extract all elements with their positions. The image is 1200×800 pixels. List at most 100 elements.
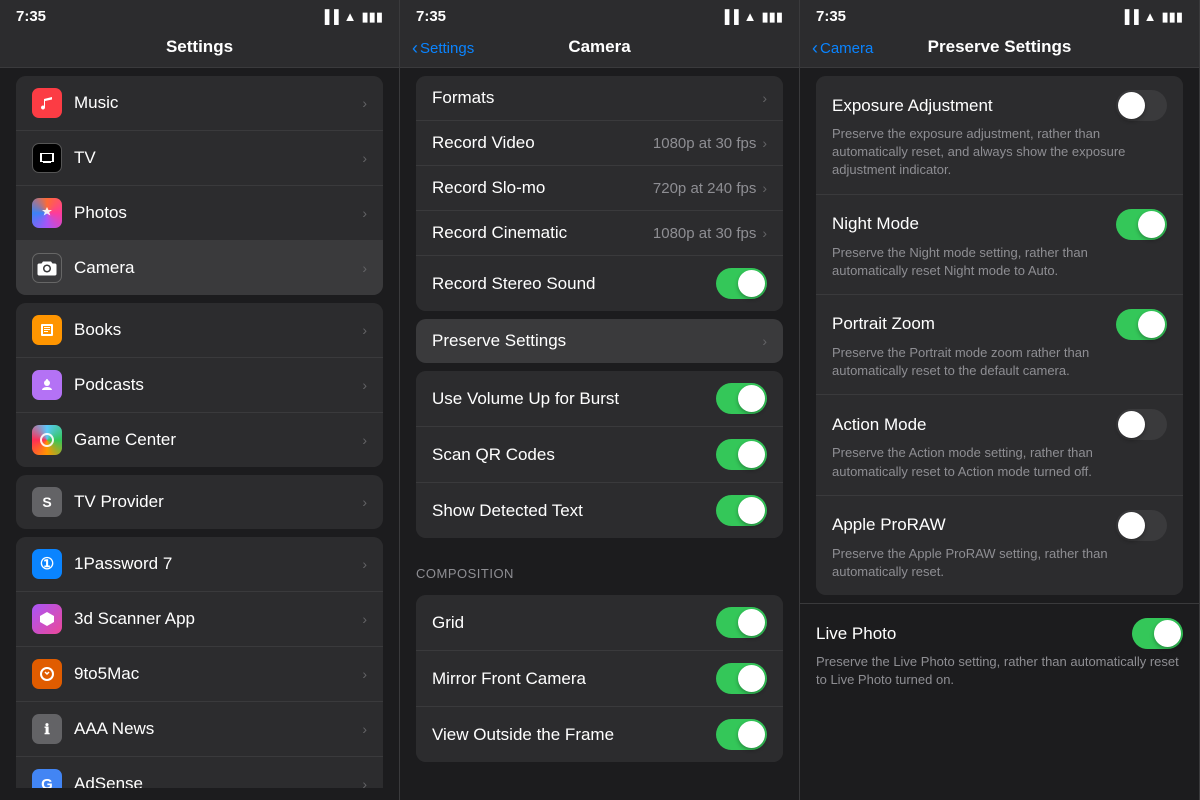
preserve-back-label: Camera [820, 40, 873, 57]
actionmode-toggle[interactable] [1116, 409, 1167, 440]
recordstereo-toggle[interactable] [716, 268, 767, 299]
livephoto-toggle[interactable] [1132, 618, 1183, 649]
battery-icon-3: ▮▮▮ [1162, 9, 1183, 25]
settings-item-books[interactable]: Books › [16, 303, 383, 358]
preserve-item-portraitzoom[interactable]: Portrait Zoom Preserve the Portrait mode… [816, 295, 1183, 395]
camera-item-recordcinematic[interactable]: Record Cinematic 1080p at 30 fps › [416, 211, 783, 256]
panel-camera: 7:35 ▐▐ ▲ ▮▮▮ ‹ Settings Camera Formats … [400, 0, 800, 800]
volumeburst-label: Use Volume Up for Burst [432, 389, 716, 409]
camera-item-recordslomo[interactable]: Record Slo-mo 720p at 240 fps › [416, 166, 783, 211]
mirrorcamera-toggle[interactable] [716, 663, 767, 694]
books-chevron: › [362, 322, 367, 338]
nightmode-toggle[interactable] [1116, 209, 1167, 240]
books-icon [32, 315, 62, 345]
aaanews-chevron: › [362, 721, 367, 737]
settings-item-9to5mac[interactable]: 9to5Mac › [16, 647, 383, 702]
gamecenter-label: Game Center [74, 430, 362, 450]
camera-back-button[interactable]: ‹ Settings [412, 39, 474, 57]
portraitzoom-toggle[interactable] [1116, 309, 1167, 340]
9to5mac-icon [32, 659, 62, 689]
viewoutside-label: View Outside the Frame [432, 725, 716, 745]
tv-chevron: › [362, 150, 367, 166]
livephoto-desc: Preserve the Live Photo setting, rather … [816, 653, 1183, 689]
tvprovider-label: TV Provider [74, 492, 362, 512]
photos-label: Photos [74, 203, 362, 223]
3dscanner-label: 3d Scanner App [74, 609, 362, 629]
photocapture-header: PHOTO CAPTURE [400, 770, 799, 788]
camera-item-grid[interactable]: Grid [416, 595, 783, 651]
settings-item-aaanews[interactable]: ℹ AAA News › [16, 702, 383, 757]
aaanews-label: AAA News [74, 719, 362, 739]
preserve-back-button[interactable]: ‹ Camera [812, 39, 873, 57]
mirrorcamera-label: Mirror Front Camera [432, 669, 716, 689]
battery-icon-2: ▮▮▮ [762, 9, 783, 25]
1password-chevron: › [362, 556, 367, 572]
camera-item-scanqr[interactable]: Scan QR Codes [416, 427, 783, 483]
music-icon [32, 88, 62, 118]
scanqr-toggle[interactable] [716, 439, 767, 470]
scanqr-label: Scan QR Codes [432, 445, 716, 465]
camera-item-viewoutside[interactable]: View Outside the Frame [416, 707, 783, 762]
status-bar-3: 7:35 ▐▐ ▲ ▮▮▮ [800, 0, 1199, 29]
livephoto-section: Live Photo Preserve the Live Photo setti… [800, 603, 1199, 703]
camera-item-showdetected[interactable]: Show Detected Text [416, 483, 783, 538]
settings-item-1password[interactable]: ① 1Password 7 › [16, 537, 383, 592]
battery-icon: ▮▮▮ [362, 9, 383, 25]
status-bar-2: 7:35 ▐▐ ▲ ▮▮▮ [400, 0, 799, 29]
camera-item-volumeburst[interactable]: Use Volume Up for Burst [416, 371, 783, 427]
camera-chevron: › [362, 260, 367, 276]
exposure-title: Exposure Adjustment [832, 96, 993, 116]
preserve-item-nightmode[interactable]: Night Mode Preserve the Night mode setti… [816, 195, 1183, 295]
grid-toggle[interactable] [716, 607, 767, 638]
9to5mac-chevron: › [362, 666, 367, 682]
recordstereo-label: Record Stereo Sound [432, 274, 716, 294]
recordvideo-label: Record Video [432, 133, 653, 153]
camera-settings-list[interactable]: Formats › Record Video 1080p at 30 fps ›… [400, 68, 799, 788]
preserve-settings-list[interactable]: Exposure Adjustment Preserve the exposur… [800, 68, 1199, 788]
settings-item-music[interactable]: Music › [16, 76, 383, 131]
camera-item-recordvideo[interactable]: Record Video 1080p at 30 fps › [416, 121, 783, 166]
settings-item-camera[interactable]: Camera › [16, 241, 383, 295]
1password-label: 1Password 7 [74, 554, 362, 574]
status-bar-1: 7:35 ▐▐ ▲ ▮▮▮ [0, 0, 399, 29]
aaanews-icon: ℹ [32, 714, 62, 744]
viewoutside-toggle[interactable] [716, 719, 767, 750]
appleproraw-toggle[interactable] [1116, 510, 1167, 541]
camera-item-recordstereo[interactable]: Record Stereo Sound [416, 256, 783, 311]
nightmode-desc: Preserve the Night mode setting, rather … [832, 244, 1167, 280]
livephoto-title: Live Photo [816, 624, 896, 644]
recordvideo-chevron: › [762, 135, 767, 151]
portraitzoom-desc: Preserve the Portrait mode zoom rather t… [832, 344, 1167, 380]
signal-icon-2: ▐▐ [720, 9, 738, 24]
appleproraw-title: Apple ProRAW [832, 515, 946, 535]
music-chevron: › [362, 95, 367, 111]
wifi-icon-3: ▲ [1144, 9, 1157, 24]
camera-item-mirrorcamera[interactable]: Mirror Front Camera [416, 651, 783, 707]
3dscanner-icon [32, 604, 62, 634]
settings-list[interactable]: Music › TV › Photos › C [0, 68, 399, 788]
settings-item-tvprovider[interactable]: S TV Provider › [16, 475, 383, 529]
composition-header: COMPOSITION [400, 546, 799, 587]
formats-chevron: › [762, 90, 767, 106]
preservesettings-label: Preserve Settings [432, 331, 762, 351]
settings-item-photos[interactable]: Photos › [16, 186, 383, 241]
preserve-item-exposure[interactable]: Exposure Adjustment Preserve the exposur… [816, 76, 1183, 195]
preserve-item-appleproraw[interactable]: Apple ProRAW Preserve the Apple ProRAW s… [816, 496, 1183, 595]
camera-item-preservesettings[interactable]: Preserve Settings › [416, 319, 783, 363]
settings-item-gamecenter[interactable]: Game Center › [16, 413, 383, 467]
recordvideo-value: 1080p at 30 fps [653, 135, 756, 152]
preserve-nav-bar: ‹ Camera Preserve Settings [800, 29, 1199, 68]
settings-title: Settings [166, 37, 233, 56]
preserve-item-actionmode[interactable]: Action Mode Preserve the Action mode set… [816, 395, 1183, 495]
camera-item-formats[interactable]: Formats › [416, 76, 783, 121]
showdetected-toggle[interactable] [716, 495, 767, 526]
settings-item-adsense[interactable]: G AdSense › [16, 757, 383, 788]
settings-item-podcasts[interactable]: Podcasts › [16, 358, 383, 413]
settings-item-tv[interactable]: TV › [16, 131, 383, 186]
settings-item-3dscanner[interactable]: 3d Scanner App › [16, 592, 383, 647]
adsense-chevron: › [362, 776, 367, 788]
preserve-item-livephoto[interactable]: Live Photo Preserve the Live Photo setti… [800, 603, 1199, 703]
exposure-toggle[interactable] [1116, 90, 1167, 121]
tvprovider-chevron: › [362, 494, 367, 510]
volumeburst-toggle[interactable] [716, 383, 767, 414]
